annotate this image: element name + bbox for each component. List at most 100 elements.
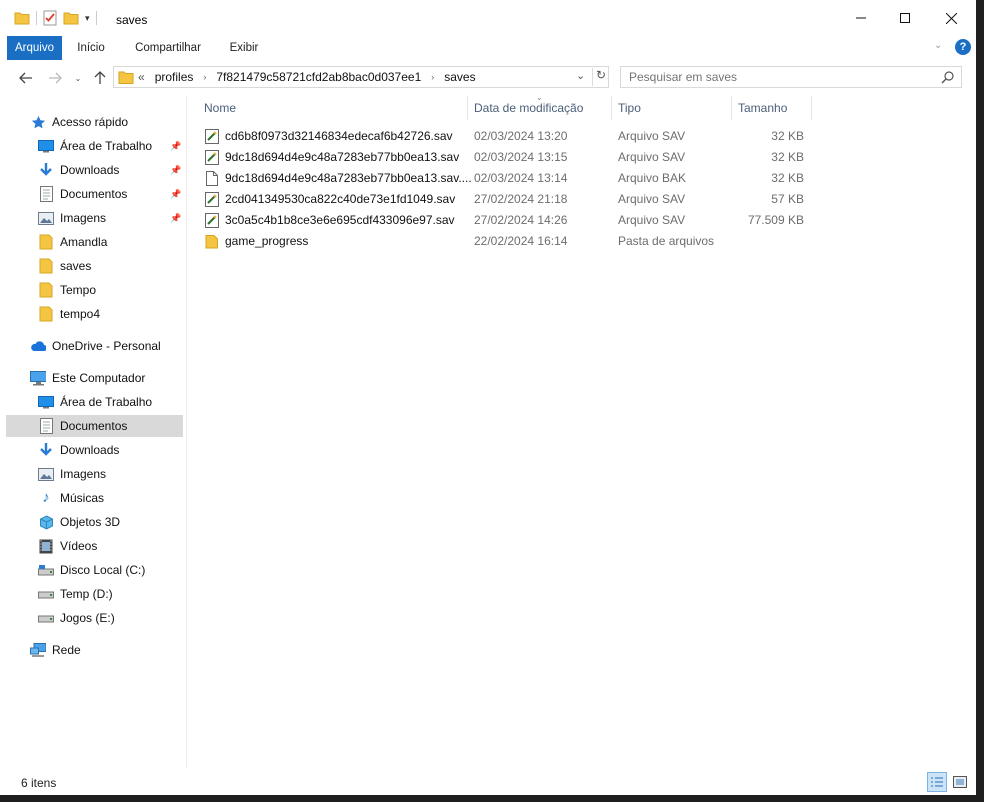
sidebar-item-quick-documents[interactable]: Documentos xyxy=(38,183,127,205)
folder-row[interactable]: game_progress 22/02/2024 16:14 Pasta de … xyxy=(200,231,812,252)
sav-file-icon xyxy=(205,129,219,144)
search-icon[interactable] xyxy=(941,71,954,84)
search-box[interactable] xyxy=(620,66,962,88)
sidebar-item-saves[interactable]: saves xyxy=(38,255,91,277)
sidebar-item-this-pc[interactable]: Este Computador xyxy=(30,367,145,389)
sidebar-item-quick-pictures[interactable]: Imagens xyxy=(38,207,106,229)
tab-arquivo[interactable]: Arquivo xyxy=(7,36,62,60)
large-icons-view-button[interactable] xyxy=(950,772,970,792)
new-folder-icon[interactable] xyxy=(63,11,79,25)
sidebar-item-network[interactable]: Rede xyxy=(30,639,81,661)
breadcrumb: « profiles › 7f821479c58721cfd2ab8bac0d0… xyxy=(138,67,476,87)
column-divider[interactable] xyxy=(811,96,812,120)
column-divider[interactable] xyxy=(611,96,612,120)
breadcrumb-overflow[interactable]: « xyxy=(138,67,145,87)
sidebar-label: Este Computador xyxy=(52,371,146,385)
sidebar-item-pc-drive-c[interactable]: Disco Local (C:) xyxy=(38,559,145,581)
sidebar-item-pc-music[interactable]: ♪ Músicas xyxy=(38,487,104,509)
file-row[interactable]: 3c0a5c4b1b8ce3e6e695cdf433096e97.sav 27/… xyxy=(200,210,812,231)
tab-compartilhar[interactable]: Compartilhar xyxy=(128,36,208,60)
pin-icon[interactable]: 📌 xyxy=(170,213,181,223)
pane-splitter[interactable] xyxy=(186,96,187,768)
sidebar-item-tempo4[interactable]: tempo4 xyxy=(38,303,100,325)
file-name: 3c0a5c4b1b8ce3e6e695cdf433096e97.sav xyxy=(225,213,455,227)
sidebar-label: Área de Trabalho xyxy=(60,395,153,409)
file-type: Arquivo SAV xyxy=(618,150,686,164)
breadcrumb-profiles[interactable]: profiles xyxy=(155,67,194,87)
sidebar-item-quick-access[interactable]: Acesso rápido xyxy=(30,111,128,133)
explorer-window: ▾ saves Arquivo Início Compartilhar Exib… xyxy=(0,0,976,795)
download-icon xyxy=(38,442,54,458)
file-size: 32 KB xyxy=(771,150,804,164)
file-date: 27/02/2024 14:26 xyxy=(474,213,568,227)
details-view-icon xyxy=(931,777,943,787)
drive-icon xyxy=(38,610,54,626)
sidebar-item-pc-downloads[interactable]: Downloads xyxy=(38,439,119,461)
close-button[interactable] xyxy=(928,0,974,36)
breadcrumb-separator-icon: › xyxy=(431,72,435,82)
file-row[interactable]: 9dc18d694d4e9c48a7283eb77bb0ea13.sav 02/… xyxy=(200,147,812,168)
sidebar-item-tempo[interactable]: Tempo xyxy=(38,279,96,301)
back-button[interactable] xyxy=(18,70,34,86)
file-row[interactable]: 2cd041349530ca822c40de73e1fd1049.sav 27/… xyxy=(200,189,812,210)
music-icon: ♪ xyxy=(42,489,50,506)
tab-inicio[interactable]: Início xyxy=(69,36,113,60)
details-view-button[interactable] xyxy=(927,772,947,792)
column-header-type[interactable]: Tipo xyxy=(618,96,641,120)
file-row[interactable]: 9dc18d694d4e9c48a7283eb77bb0ea13.sav....… xyxy=(200,168,812,189)
properties-icon[interactable] xyxy=(43,10,57,26)
file-date: 27/02/2024 21:18 xyxy=(474,192,568,206)
up-button[interactable] xyxy=(92,70,108,86)
expand-ribbon-icon[interactable]: ⌄ xyxy=(934,40,942,51)
navigation-pane: Acesso rápido Área de Trabalho 📌 Downloa… xyxy=(0,108,186,768)
sidebar-label: Jogos (E:) xyxy=(60,611,115,625)
file-size: 32 KB xyxy=(771,129,804,143)
3d-objects-icon xyxy=(38,514,54,530)
column-divider[interactable] xyxy=(731,96,732,120)
column-divider[interactable] xyxy=(467,96,468,120)
sidebar-label: Documentos xyxy=(60,187,128,201)
folder-icon xyxy=(38,234,54,250)
breadcrumb-profile-id[interactable]: 7f821479c58721cfd2ab8bac0d037ee1 xyxy=(216,67,421,87)
sidebar-item-amandla[interactable]: Amandla xyxy=(38,231,107,253)
forward-button[interactable] xyxy=(47,70,63,86)
column-header-size[interactable]: Tamanho xyxy=(738,96,787,120)
file-date: 02/03/2024 13:20 xyxy=(474,129,568,143)
computer-icon xyxy=(30,370,46,386)
sidebar-label: Temp (D:) xyxy=(60,587,113,601)
blank-file-icon xyxy=(206,171,218,186)
file-size: 32 KB xyxy=(771,171,804,185)
sidebar-item-quick-desktop[interactable]: Área de Trabalho xyxy=(38,135,152,157)
sidebar-item-pc-documents[interactable]: Documentos xyxy=(6,415,183,437)
tab-exibir[interactable]: Exibir xyxy=(222,36,266,60)
videos-icon xyxy=(38,538,54,554)
folder-icon xyxy=(38,282,54,298)
pin-icon[interactable]: 📌 xyxy=(170,165,181,175)
file-row[interactable]: cd6b8f0973d32146834edecaf6b42726.sav 02/… xyxy=(200,126,812,147)
maximize-button[interactable] xyxy=(882,0,928,36)
maximize-icon xyxy=(900,13,910,23)
refresh-icon[interactable]: ↻ xyxy=(592,68,609,86)
sidebar-label: Disco Local (C:) xyxy=(60,563,146,577)
sidebar-item-pc-pictures[interactable]: Imagens xyxy=(38,463,106,485)
column-header-date[interactable]: Data de modificação xyxy=(474,96,583,120)
sidebar-item-pc-drive-d[interactable]: Temp (D:) xyxy=(38,583,113,605)
recent-locations-button[interactable]: ⌄ xyxy=(73,70,83,86)
breadcrumb-saves[interactable]: saves xyxy=(444,67,475,87)
address-bar[interactable]: « profiles › 7f821479c58721cfd2ab8bac0d0… xyxy=(113,66,609,88)
sidebar-item-pc-drive-e[interactable]: Jogos (E:) xyxy=(38,607,115,629)
sidebar-item-pc-3d-objects[interactable]: Objetos 3D xyxy=(38,511,120,533)
sidebar-label: OneDrive - Personal xyxy=(52,339,161,353)
sidebar-item-pc-desktop[interactable]: Área de Trabalho xyxy=(38,391,152,413)
column-header-name[interactable]: Nome xyxy=(204,96,236,120)
pin-icon[interactable]: 📌 xyxy=(170,189,181,199)
sidebar-item-onedrive[interactable]: OneDrive - Personal xyxy=(30,335,161,357)
minimize-button[interactable] xyxy=(838,0,884,36)
pin-icon[interactable]: 📌 xyxy=(170,141,181,151)
address-dropdown-icon[interactable]: ⌄ xyxy=(576,69,585,82)
sidebar-item-quick-downloads[interactable]: Downloads xyxy=(38,159,119,181)
search-input[interactable] xyxy=(629,69,929,85)
help-icon[interactable]: ? xyxy=(955,39,971,55)
customize-toolbar-icon[interactable]: ▾ xyxy=(85,13,90,24)
sidebar-item-pc-videos[interactable]: Vídeos xyxy=(38,535,97,557)
